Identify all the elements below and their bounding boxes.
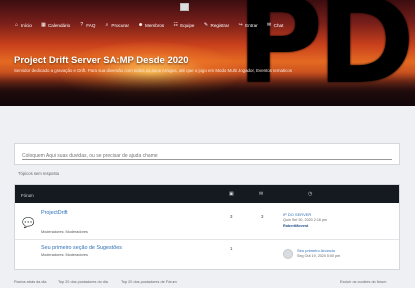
topics-icon: ▣	[229, 191, 234, 197]
delete-cookies-link[interactable]: Excluir os cookies do fórum	[340, 280, 386, 284]
forum-row[interactable]: Seu primeiro seção de Sugestões Moderado…	[15, 240, 399, 269]
search-icon: ⌕	[105, 21, 109, 28]
search-panel	[14, 143, 400, 165]
nav-item-faq[interactable]: ? FAQ	[79, 21, 95, 28]
calendar-icon: ▦	[41, 21, 46, 28]
site-title: Project Drift Server SA:MP Desde 2020	[14, 55, 189, 66]
members-icon: ☻	[138, 21, 144, 28]
site-description: Servidor dedicado a gravação e Drift. Pa…	[14, 68, 292, 73]
footer-bar: Pactos atrás da dia Top 20 dos postadore…	[14, 280, 400, 288]
nav-item-home[interactable]: ⌂ Início	[14, 21, 32, 28]
footer-link-top-forum[interactable]: Top 20 dos postadores de Fórum	[121, 280, 177, 284]
last-post-title[interactable]: Seu primeiro Anúncio	[297, 248, 335, 253]
search-input[interactable]	[22, 153, 392, 160]
footer-link-top-day[interactable]: Top 20 dos postadores do dia	[58, 280, 108, 284]
forum-chat-icon: 💬	[22, 218, 35, 229]
top-navigation: ⌂ Início ▦ Calendário ? FAQ ⌕ Procurar ☻ Memb…	[14, 19, 292, 31]
posts-count: 3	[261, 214, 264, 219]
last-post-title[interactable]: IP DO SERVER	[283, 212, 311, 217]
nav-item-team[interactable]: ☷ Equipe	[173, 21, 194, 28]
unanswered-topics-link[interactable]: Tópicos sem resposta	[18, 171, 59, 176]
nav-item-search[interactable]: ⌕ Procurar	[104, 21, 130, 28]
register-icon: ✎	[203, 21, 209, 28]
last-post-date: Seg Out 19, 2020 5:00 pm	[297, 254, 341, 258]
topics-count: 1	[230, 246, 233, 251]
forum-moderators: Moderadores: Moderadores	[41, 230, 88, 234]
nav-item-chat[interactable]: ✉ Chat	[267, 21, 283, 28]
groups-icon: ☷	[173, 21, 178, 28]
forum-header-label: Fórum	[21, 193, 34, 198]
last-post-date: Quin Set 30, 2020 2:16 pm	[283, 218, 328, 222]
topics-count: 3	[230, 214, 233, 219]
header-banner: PD ⌂ Início ▦ Calendário ? FAQ ⌕ Procurar ☻ M…	[0, 0, 415, 106]
header-image-placeholder	[180, 3, 189, 11]
home-icon: ⌂	[14, 21, 19, 28]
login-icon: ↪	[238, 21, 243, 28]
posts-icon: ✉	[259, 191, 264, 197]
avatar	[283, 249, 293, 259]
forum-title-link[interactable]: Seu primeiro seção de Sugestões	[41, 245, 122, 251]
nav-item-members[interactable]: ☻ Membros	[138, 21, 164, 28]
site-logo[interactable]: PD	[237, 0, 415, 100]
last-post-icon: ◷	[308, 191, 313, 197]
footer-link-recent[interactable]: Pactos atrás da dia	[14, 280, 47, 284]
last-post-author[interactable]: RobertMovest	[283, 224, 308, 228]
forum-row[interactable]: 💬 ProjectDrift Moderadores: Moderadores …	[15, 203, 399, 240]
forum-list: Fórum ▣ ✉ ◷ 💬 ProjectDrift Moderadores: …	[14, 184, 400, 270]
forum-list-header: Fórum ▣ ✉ ◷	[15, 185, 399, 203]
nav-item-login[interactable]: ↪ Entrar	[238, 21, 258, 28]
faq-icon: ?	[80, 21, 84, 28]
nav-item-calendar[interactable]: ▦ Calendário	[41, 21, 70, 28]
forum-title-link[interactable]: ProjectDrift	[41, 210, 68, 216]
chat-icon: ✉	[267, 21, 272, 28]
forum-moderators: Moderadores: Moderadores	[41, 253, 88, 257]
nav-item-register[interactable]: ✎ Registrar	[203, 21, 229, 28]
